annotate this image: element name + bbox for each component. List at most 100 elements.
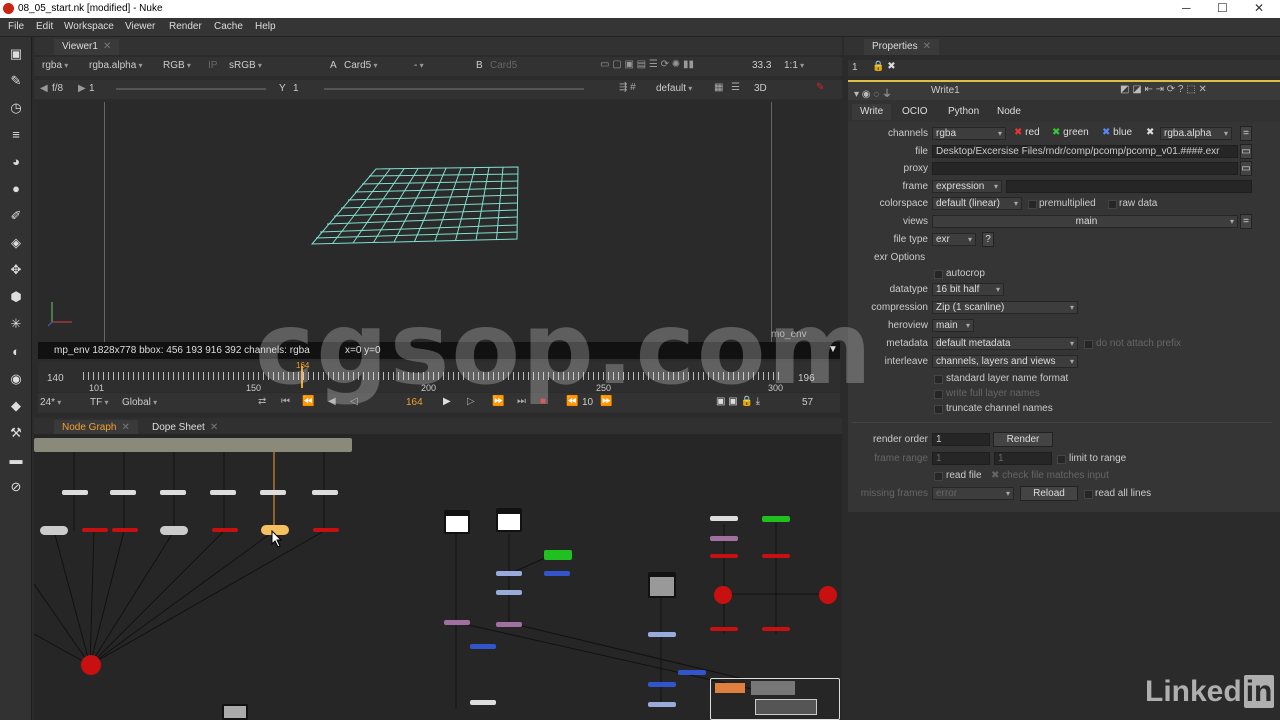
channels-dropdown[interactable]: rgba (42, 60, 68, 71)
colorspace-select[interactable]: default (linear) (932, 197, 1022, 210)
menu-viewer[interactable]: Viewer (125, 21, 155, 32)
premultiplied-checkbox[interactable] (1028, 200, 1037, 209)
node[interactable] (648, 702, 676, 707)
tab-python[interactable]: Python (940, 104, 987, 120)
furnace-icon[interactable]: ⊘ (7, 478, 25, 496)
views-select[interactable]: main (932, 215, 1238, 228)
alpha-select[interactable]: rgba.alpha (1160, 127, 1232, 140)
green-channel-toggle[interactable]: ✖ green (1052, 127, 1089, 138)
wipe-icon[interactable]: ⇶ # (619, 82, 636, 93)
node[interactable] (313, 528, 339, 532)
node[interactable] (62, 490, 88, 495)
compare-dropdown[interactable]: - (414, 60, 466, 71)
zoom-value[interactable]: 33.3 (752, 60, 771, 71)
datatype-select[interactable]: 16 bit half (932, 283, 1004, 296)
backdrop-node[interactable] (34, 438, 352, 452)
read-all-checkbox[interactable] (1084, 490, 1093, 499)
roi-icon[interactable]: ▦ (714, 82, 723, 93)
file-path-input[interactable]: Desktop/Excersise Files/rndr/comp/pcomp/… (932, 145, 1238, 158)
tab-node[interactable]: Node (989, 104, 1029, 120)
menu-render[interactable]: Render (169, 21, 202, 32)
minimap-view[interactable] (755, 699, 817, 715)
heroview-select[interactable]: main (932, 319, 974, 332)
node-graph-canvas[interactable] (34, 434, 842, 720)
rgb-dropdown[interactable]: RGB (163, 60, 191, 71)
node[interactable] (160, 526, 188, 535)
node[interactable] (496, 590, 522, 595)
tf-dropdown[interactable]: TF (90, 397, 108, 408)
fstop-right-icon[interactable]: ▶ (78, 83, 86, 94)
3d-icon[interactable]: ⬢ (7, 288, 25, 306)
reload-button[interactable]: Reload (1020, 486, 1078, 501)
node[interactable] (762, 627, 790, 631)
render-button[interactable]: Render (993, 432, 1053, 447)
read-file-checkbox[interactable] (934, 472, 943, 481)
proxy-input[interactable] (932, 162, 1238, 175)
compression-select[interactable]: Zip (1 scanline) (932, 301, 1078, 314)
read-node[interactable] (648, 572, 676, 598)
node[interactable] (710, 554, 738, 558)
alpha-dropdown[interactable]: rgba.alpha (89, 60, 143, 71)
folder-icon[interactable]: ▭ (1240, 144, 1252, 159)
menu-file[interactable]: File (8, 21, 24, 32)
pause-paint-icon[interactable]: ✎ (816, 82, 824, 93)
tab-write[interactable]: Write (852, 104, 892, 120)
filter-icon[interactable]: ● (7, 180, 25, 198)
red-channel-toggle[interactable]: ✖ red (1014, 127, 1040, 138)
gain-value[interactable]: 1 (89, 83, 95, 94)
time-icon[interactable]: ◷ (7, 99, 25, 117)
node[interactable] (160, 490, 186, 495)
gamma-slider[interactable] (324, 88, 584, 90)
node-graph-minimap[interactable] (710, 678, 840, 720)
fstop-left-icon[interactable]: ◀ (40, 83, 48, 94)
frame-range-end[interactable]: 1 (994, 452, 1052, 465)
node[interactable] (678, 670, 706, 675)
read-node[interactable] (222, 704, 248, 720)
read-node[interactable] (496, 508, 522, 532)
node[interactable] (544, 550, 572, 560)
close-icon[interactable]: ✕ (103, 41, 111, 52)
node[interactable] (762, 554, 790, 558)
menu-help[interactable]: Help (255, 21, 276, 32)
ip-toggle[interactable]: IP (208, 60, 217, 71)
node[interactable] (496, 622, 522, 627)
lut-dropdown[interactable]: sRGB (229, 60, 262, 71)
metadata-select[interactable]: default metadata (932, 337, 1078, 350)
autocrop-checkbox[interactable] (934, 270, 943, 279)
tab-ocio[interactable]: OCIO (894, 104, 936, 120)
menu-workspace[interactable]: Workspace (64, 21, 114, 32)
limit-range-checkbox[interactable] (1057, 455, 1066, 464)
node-header-icons[interactable]: ▾ ◉ ◌ ⏚ (854, 85, 892, 100)
image-icon[interactable]: ▣ (7, 45, 25, 63)
particles-icon[interactable]: ✳ (7, 315, 25, 333)
node[interactable] (260, 490, 286, 495)
node[interactable] (648, 682, 676, 687)
deep-icon[interactable]: ◐ (7, 343, 25, 361)
frame-expression-input[interactable] (1006, 180, 1252, 193)
paint-icon[interactable]: ✎ (7, 72, 25, 90)
tab-properties[interactable]: Properties ✕ (864, 39, 939, 55)
file-type-help-button[interactable]: ? (982, 232, 994, 247)
node[interactable] (210, 490, 236, 495)
metadata-icon[interactable]: ◆ (7, 397, 25, 415)
tab-viewer1[interactable]: Viewer1 ✕ (54, 39, 120, 55)
missing-frames-select[interactable]: error (932, 487, 1014, 500)
global-dropdown[interactable]: Global (122, 397, 157, 408)
merge-icon[interactable]: ◈ (7, 234, 25, 252)
node[interactable] (710, 536, 738, 541)
folder-icon[interactable]: ▭ (1240, 161, 1252, 176)
blue-channel-toggle[interactable]: ✖ blue (1102, 127, 1132, 138)
node[interactable] (648, 632, 676, 637)
interleave-select[interactable]: channels, layers and views (932, 355, 1078, 368)
close-icon[interactable]: ✕ (121, 422, 129, 433)
alpha-channel-toggle[interactable]: ✖ (1146, 127, 1154, 138)
ratio-dropdown[interactable]: 1:1 (784, 60, 804, 71)
maximize-button[interactable]: ☐ (1217, 1, 1228, 15)
check-file-toggle[interactable]: ✖ check file matches input (991, 470, 1109, 481)
input-a-dropdown[interactable]: Card5 (344, 60, 400, 71)
node[interactable] (312, 490, 338, 495)
gamma-value[interactable]: 1 (293, 83, 299, 94)
node[interactable] (110, 490, 136, 495)
fps-dropdown[interactable]: 24* (40, 397, 61, 408)
node[interactable] (470, 644, 496, 649)
